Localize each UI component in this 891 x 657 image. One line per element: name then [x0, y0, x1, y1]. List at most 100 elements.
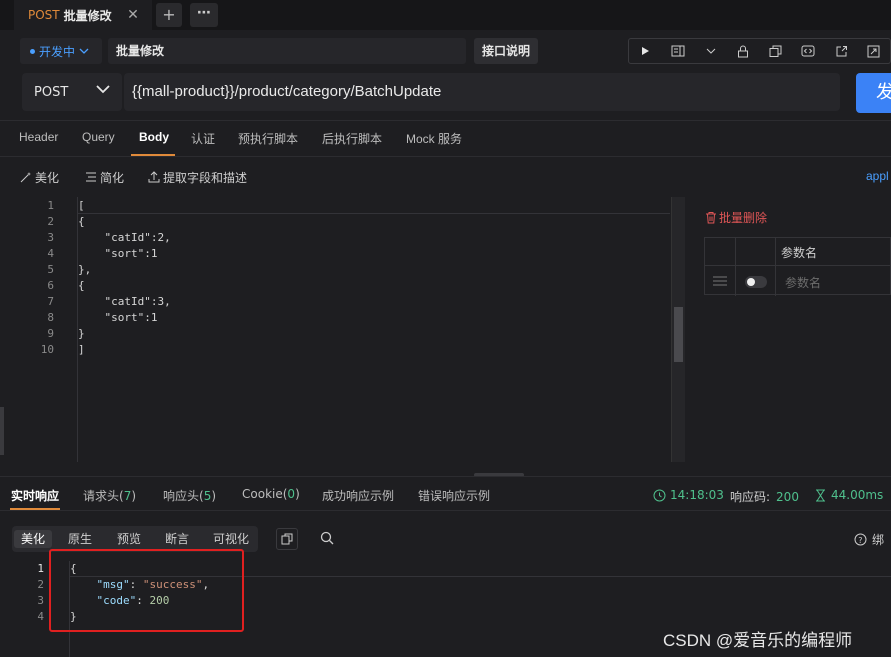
hourglass-icon — [816, 489, 825, 501]
drag-handle-icon[interactable] — [712, 275, 728, 287]
request-name-input[interactable]: 批量修改 — [108, 38, 466, 64]
response-time-value: 14:18:03 — [670, 488, 724, 502]
tab-label: Cookie — [242, 487, 283, 501]
send-button[interactable]: 发 — [856, 73, 891, 113]
copy-response-button[interactable] — [276, 528, 298, 550]
request-toolbar — [628, 38, 891, 64]
search-icon[interactable] — [320, 531, 334, 545]
upload-icon — [148, 171, 160, 183]
tab-label: 响应头 — [163, 489, 200, 503]
code-line: { — [78, 279, 85, 292]
code-line: }, — [78, 263, 92, 276]
extract-fields-button[interactable]: 提取字段和描述 — [148, 169, 247, 185]
divider — [0, 510, 891, 511]
tab-label: 错误响应示例 — [418, 489, 491, 503]
svg-text:?: ? — [858, 536, 862, 545]
chevron-down-icon[interactable] — [694, 39, 727, 63]
batch-delete-button[interactable]: 批量删除 — [705, 209, 767, 226]
line-number: 10 — [40, 343, 54, 356]
tab-label: 请求头 — [83, 489, 120, 503]
code-line: "sort":1 — [78, 311, 158, 324]
gutter-divider — [77, 197, 78, 462]
tab-live-response[interactable]: 实时响应 — [11, 487, 59, 505]
help-icon: ? — [854, 533, 867, 546]
more-icon[interactable]: ⋯ — [190, 3, 218, 27]
tab-success-example[interactable]: 成功响应示例 — [322, 487, 394, 505]
line-number: 1 — [47, 199, 54, 212]
tab-count: 0 — [287, 487, 296, 501]
code-icon[interactable] — [792, 39, 825, 63]
code-line: [ — [78, 199, 85, 212]
beautify-button[interactable]: 美化 — [20, 169, 59, 185]
line-number: 6 — [47, 279, 54, 292]
tab-cookie[interactable]: Cookie(0) — [242, 487, 300, 505]
line-number: 3 — [47, 231, 54, 244]
method-select[interactable]: POST — [22, 73, 122, 111]
bind-help[interactable]: ? 绑 — [854, 531, 884, 548]
magic-wand-icon — [20, 172, 31, 183]
line-number: 3 — [37, 594, 44, 607]
extract-label: 提取字段和描述 — [163, 170, 248, 185]
response-duration: 44.00ms — [815, 488, 883, 502]
url-input[interactable]: {{mall-product}}/product/category/BatchU… — [124, 73, 840, 111]
tab-auth[interactable]: 认证 — [191, 130, 215, 154]
export-icon[interactable] — [857, 39, 890, 63]
line-number: 4 — [37, 610, 44, 623]
list-icon — [86, 172, 96, 182]
view-assert[interactable]: 断言 — [158, 530, 196, 548]
content-type-link[interactable]: appl — [866, 169, 889, 183]
view-beautify[interactable]: 美化 — [14, 530, 52, 548]
tab-body[interactable]: Body — [139, 130, 169, 154]
tab-post-script[interactable]: 后执行脚本 — [322, 130, 382, 154]
status-label: 响应码: — [730, 490, 771, 504]
tab-query[interactable]: Query — [82, 130, 115, 154]
line-number: 7 — [47, 295, 54, 308]
tab-title: 批量修改 — [63, 8, 112, 23]
line-number: 4 — [47, 247, 54, 260]
view-raw[interactable]: 原生 — [61, 530, 99, 548]
scrollbar-thumb[interactable] — [674, 307, 683, 362]
tab-label: 成功响应示例 — [322, 489, 395, 503]
lock-icon[interactable] — [727, 39, 760, 63]
chevron-down-icon — [96, 85, 110, 94]
tab-error-example[interactable]: 错误响应示例 — [418, 487, 490, 505]
column-divider — [735, 238, 736, 296]
api-doc-button[interactable]: 接口说明 — [474, 38, 538, 64]
resize-handle[interactable] — [0, 407, 4, 455]
share-icon[interactable] — [825, 39, 858, 63]
tab-request-headers[interactable]: 请求头(7) — [83, 487, 136, 505]
simplify-button[interactable]: 简化 — [85, 169, 124, 185]
beautify-label: 美化 — [35, 170, 60, 185]
current-line-highlight — [78, 213, 670, 214]
method-value: POST — [34, 84, 69, 100]
run-icon[interactable] — [629, 39, 662, 63]
add-tab-button[interactable]: + — [156, 3, 182, 27]
tab-mock[interactable]: Mock 服务 — [406, 130, 462, 154]
param-name-input[interactable]: 参数名 — [785, 274, 821, 291]
body-editor[interactable]: 1 2 3 4 5 6 7 8 9 10 [ { "catId":2, "sor… — [0, 197, 686, 462]
trash-icon — [706, 212, 716, 224]
clock-icon — [653, 489, 666, 501]
status-dropdown[interactable]: 开发中 — [20, 38, 102, 64]
tab-count: 7 — [123, 489, 132, 503]
tab-response-headers[interactable]: 响应头(5) — [163, 487, 216, 505]
code-line: "sort":1 — [78, 247, 158, 260]
line-number: 1 — [37, 562, 44, 575]
line-number: 2 — [37, 578, 44, 591]
code-line: ] — [78, 343, 85, 356]
param-enabled-toggle[interactable] — [745, 276, 767, 288]
layout-icon[interactable] — [662, 39, 695, 63]
close-icon[interactable]: ✕ — [124, 6, 142, 24]
params-table: 参数名 参数名 — [704, 237, 891, 296]
editor-scrollbar[interactable] — [671, 197, 685, 462]
status-label: 开发中 — [39, 44, 76, 59]
copy-icon[interactable] — [760, 39, 793, 63]
view-preview[interactable]: 预览 — [110, 530, 148, 548]
tab-header[interactable]: Header — [19, 130, 58, 154]
view-visualize[interactable]: 可视化 — [206, 530, 256, 548]
tab-pre-script[interactable]: 预执行脚本 — [238, 130, 298, 154]
watermark: CSDN @爱音乐的编程师 — [663, 631, 853, 650]
simplify-label: 简化 — [100, 170, 125, 185]
highlight-box — [49, 549, 244, 632]
line-number: 2 — [47, 215, 54, 228]
